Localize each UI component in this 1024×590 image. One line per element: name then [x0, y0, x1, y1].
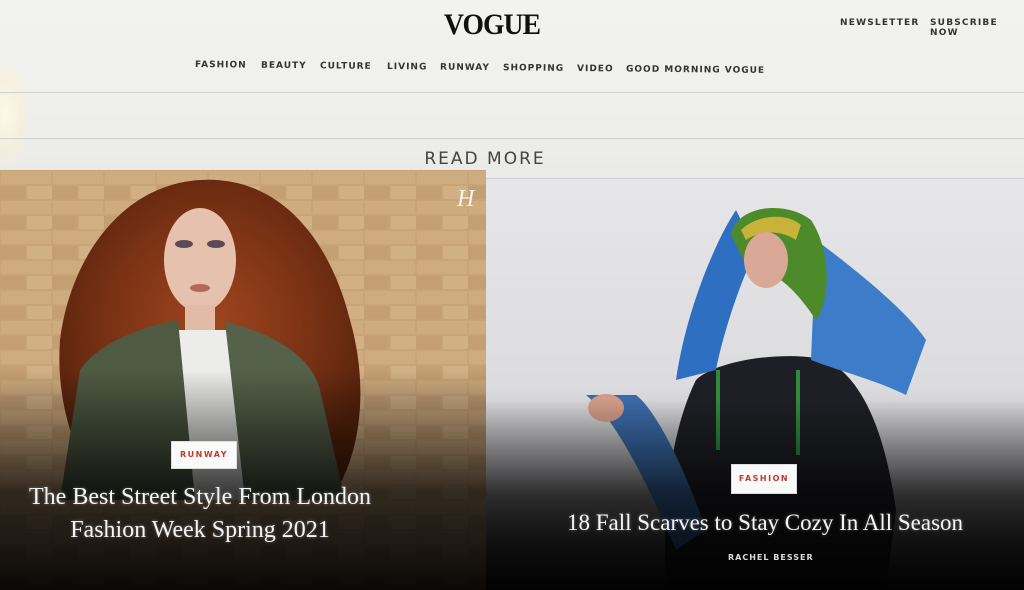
overlay-letter: H — [457, 186, 475, 212]
nav-item-runway[interactable]: RUNWAY — [440, 63, 490, 74]
article-title-street-style[interactable]: The Best Street Style From London Fashio… — [0, 481, 400, 547]
nav-item-fashion[interactable]: FASHION — [195, 60, 247, 71]
article-title-line-1: The Best Street Style From London — [29, 484, 371, 510]
article-title-fall-scarves[interactable]: 18 Fall Scarves to Stay Cozy In All Seas… — [540, 506, 990, 539]
article-title-line-2: Fashion Week Spring 2021 — [70, 517, 330, 543]
nav-item-video[interactable]: VIDEO — [577, 64, 614, 74]
subscribe-now-link[interactable]: SUBSCRIBE NOW — [930, 18, 1024, 38]
read-more-link[interactable]: READ MORE — [400, 149, 570, 169]
nav-item-beauty[interactable]: BEAUTY — [261, 61, 307, 71]
article-tag-fashion[interactable]: FASHION — [731, 464, 797, 494]
nav-item-good-morning-vogue[interactable]: GOOD MORNING VOGUE — [626, 65, 765, 76]
newsletter-link[interactable]: NEWSLETTER — [840, 18, 920, 28]
image-gradient — [0, 370, 486, 590]
section-divider — [0, 138, 1024, 139]
nav-item-culture[interactable]: CULTURE — [320, 61, 372, 72]
nav-item-living[interactable]: LIVING — [387, 62, 427, 72]
article-byline[interactable]: RACHEL BESSER — [728, 553, 814, 562]
nav-divider — [0, 92, 1024, 93]
nav-item-shopping[interactable]: SHOPPING — [503, 63, 564, 74]
vogue-logo[interactable]: VOGUE — [444, 8, 541, 42]
article-tag-runway[interactable]: RUNWAY — [171, 441, 237, 469]
